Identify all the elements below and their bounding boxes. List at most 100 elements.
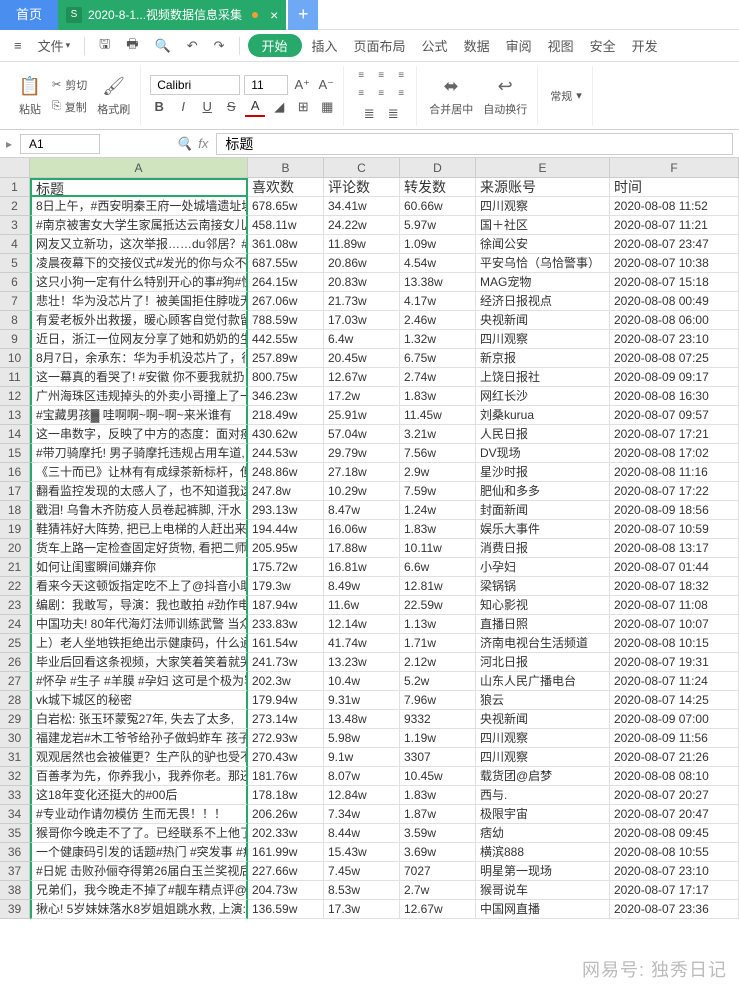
cell-A31[interactable]: 观观居然也会被催更？生产队的驴也受不 xyxy=(30,748,248,767)
cell-B24[interactable]: 233.83w xyxy=(248,615,324,634)
row-header-17[interactable]: 17 xyxy=(0,482,30,501)
cell-E20[interactable]: 消费日报 xyxy=(476,539,610,558)
column-header-E[interactable]: E xyxy=(476,158,610,178)
row-header-5[interactable]: 5 xyxy=(0,254,30,273)
cell-B4[interactable]: 361.08w xyxy=(248,235,324,254)
cell-A21[interactable]: 如何让闺蜜瞬间嫌弃你 xyxy=(30,558,248,577)
cell-D7[interactable]: 4.17w xyxy=(400,292,476,311)
wrap-text-button[interactable]: ↩ 自动换行 xyxy=(479,75,531,117)
cell-C13[interactable]: 25.91w xyxy=(324,406,400,425)
column-header-D[interactable]: D xyxy=(400,158,476,178)
cell-E25[interactable]: 济南电视台生活频道 xyxy=(476,634,610,653)
cell-C8[interactable]: 17.03w xyxy=(324,311,400,330)
cell-A28[interactable]: vk城下城区的秘密 xyxy=(30,691,248,710)
column-header-F[interactable]: F xyxy=(610,158,739,178)
cell-E8[interactable]: 央视新闻 xyxy=(476,311,610,330)
cell-C7[interactable]: 21.73w xyxy=(324,292,400,311)
fx-icon[interactable]: 🔍 fx xyxy=(176,136,208,152)
cell-B1[interactable]: 喜欢数 xyxy=(248,178,324,197)
copy-button[interactable]: ⎘复制 xyxy=(48,97,91,117)
close-icon[interactable]: × xyxy=(270,0,278,30)
row-header-15[interactable]: 15 xyxy=(0,444,30,463)
cell-B13[interactable]: 218.49w xyxy=(248,406,324,425)
cell-A16[interactable]: 《三十而已》让林有有成绿茶新标杆，但 xyxy=(30,463,248,482)
cell-F32[interactable]: 2020-08-08 08:10 xyxy=(610,767,739,786)
tab-dev[interactable]: 开发 xyxy=(626,36,664,55)
cell-B11[interactable]: 800.75w xyxy=(248,368,324,387)
cell-F26[interactable]: 2020-08-07 19:31 xyxy=(610,653,739,672)
cell-E22[interactable]: 梁锅锅 xyxy=(476,577,610,596)
column-header-A[interactable]: A xyxy=(30,158,248,178)
cell-A27[interactable]: #怀孕 #生子 #羊膜 #孕妇 这可是个极为罕 xyxy=(30,672,248,691)
tab-formula[interactable]: 公式 xyxy=(416,36,454,55)
cell-C38[interactable]: 8.53w xyxy=(324,881,400,900)
redo-icon[interactable]: ↷ xyxy=(208,38,231,54)
cell-F37[interactable]: 2020-08-07 23:10 xyxy=(610,862,739,881)
cell-C31[interactable]: 9.1w xyxy=(324,748,400,767)
cell-C4[interactable]: 11.89w xyxy=(324,235,400,254)
cell-F11[interactable]: 2020-08-09 09:17 xyxy=(610,368,739,387)
cell-B30[interactable]: 272.93w xyxy=(248,729,324,748)
italic-button[interactable]: I xyxy=(173,97,193,117)
row-header-16[interactable]: 16 xyxy=(0,463,30,482)
cell-A4[interactable]: 网友又立新功，这次举报……du邻居？#徐 xyxy=(30,235,248,254)
merge-center-button[interactable]: ⬌ 合并居中 xyxy=(425,75,477,117)
cell-E19[interactable]: 娱乐大事件 xyxy=(476,520,610,539)
cell-B19[interactable]: 194.44w xyxy=(248,520,324,539)
number-format-select[interactable]: 常规 ▾ xyxy=(546,86,586,106)
cell-style-button[interactable]: ▦ xyxy=(317,97,337,117)
cell-F36[interactable]: 2020-08-08 10:55 xyxy=(610,843,739,862)
row-header-18[interactable]: 18 xyxy=(0,501,30,520)
cell-D11[interactable]: 2.74w xyxy=(400,368,476,387)
cell-C23[interactable]: 11.6w xyxy=(324,596,400,615)
formula-bar[interactable] xyxy=(216,133,733,155)
cell-D19[interactable]: 1.83w xyxy=(400,520,476,539)
cell-A5[interactable]: 凌晨夜幕下的交接仪式#发光的你与众不同 xyxy=(30,254,248,273)
row-header-10[interactable]: 10 xyxy=(0,349,30,368)
cell-A37[interactable]: #日妮 击败孙俪夺得第26届白玉兰奖视后 xyxy=(30,862,248,881)
cell-A15[interactable]: #带刀骑摩托! 男子骑摩托违规占用车道, xyxy=(30,444,248,463)
cell-F17[interactable]: 2020-08-07 17:22 xyxy=(610,482,739,501)
paste-button[interactable]: 📋 粘贴 xyxy=(14,75,46,117)
cell-E39[interactable]: 中国网直播 xyxy=(476,900,610,919)
cell-E23[interactable]: 知心影视 xyxy=(476,596,610,615)
cell-E16[interactable]: 星沙时报 xyxy=(476,463,610,482)
row-header-36[interactable]: 36 xyxy=(0,843,30,862)
row-header-30[interactable]: 30 xyxy=(0,729,30,748)
cell-D28[interactable]: 7.96w xyxy=(400,691,476,710)
font-size-select[interactable] xyxy=(244,75,288,95)
cell-C10[interactable]: 20.45w xyxy=(324,349,400,368)
cell-C32[interactable]: 8.07w xyxy=(324,767,400,786)
cell-F7[interactable]: 2020-08-08 00:49 xyxy=(610,292,739,311)
cell-C36[interactable]: 15.43w xyxy=(324,843,400,862)
cell-D4[interactable]: 1.09w xyxy=(400,235,476,254)
home-tab[interactable]: 首页 xyxy=(0,0,58,30)
cell-E2[interactable]: 四川观察 xyxy=(476,197,610,216)
cell-F8[interactable]: 2020-08-08 06:00 xyxy=(610,311,739,330)
cell-E32[interactable]: 载货团@启梦 xyxy=(476,767,610,786)
cell-D32[interactable]: 10.45w xyxy=(400,767,476,786)
cell-E28[interactable]: 狼云 xyxy=(476,691,610,710)
cell-B32[interactable]: 181.76w xyxy=(248,767,324,786)
cell-B16[interactable]: 248.86w xyxy=(248,463,324,482)
cell-E5[interactable]: 平安乌恰（乌恰警事） xyxy=(476,254,610,273)
row-header-25[interactable]: 25 xyxy=(0,634,30,653)
cell-A24[interactable]: 中国功夫! 80年代海灯法师训练武警 当众 xyxy=(30,615,248,634)
row-header-1[interactable]: 1 xyxy=(0,178,30,197)
cell-C34[interactable]: 7.34w xyxy=(324,805,400,824)
cell-D22[interactable]: 12.81w xyxy=(400,577,476,596)
cell-A9[interactable]: 近日，浙江一位网友分享了她和奶奶的生 xyxy=(30,330,248,349)
cell-D12[interactable]: 1.83w xyxy=(400,387,476,406)
cell-B35[interactable]: 202.33w xyxy=(248,824,324,843)
cell-F27[interactable]: 2020-08-07 11:24 xyxy=(610,672,739,691)
cell-C6[interactable]: 20.83w xyxy=(324,273,400,292)
row-header-23[interactable]: 23 xyxy=(0,596,30,615)
font-select[interactable] xyxy=(150,75,240,95)
row-header-37[interactable]: 37 xyxy=(0,862,30,881)
cell-D3[interactable]: 5.97w xyxy=(400,216,476,235)
cell-E10[interactable]: 新京报 xyxy=(476,349,610,368)
cell-B20[interactable]: 205.95w xyxy=(248,539,324,558)
tab-layout[interactable]: 页面布局 xyxy=(348,36,412,55)
cell-A34[interactable]: #专业动作请勿模仿 生而无畏！！！ xyxy=(30,805,248,824)
cell-B17[interactable]: 247.8w xyxy=(248,482,324,501)
